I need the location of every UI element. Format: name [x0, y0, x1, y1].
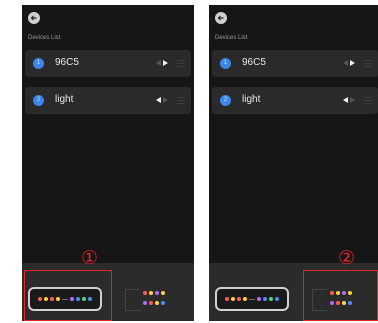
previous-triangle-icon[interactable]: [343, 60, 348, 66]
device-badge: 1: [33, 58, 44, 69]
device-badge: 2: [33, 95, 44, 106]
highlight-box-2: [303, 270, 378, 321]
previous-triangle-icon[interactable]: [156, 60, 161, 66]
next-triangle-icon[interactable]: [350, 60, 355, 66]
back-button[interactable]: [215, 12, 227, 24]
devices-list-title: Devices List: [28, 35, 61, 41]
arrow-left-icon: [217, 15, 224, 21]
previous-triangle-icon[interactable]: [343, 97, 348, 103]
previous-triangle-icon[interactable]: [156, 97, 161, 103]
menu-icon[interactable]: [177, 96, 185, 104]
device-name: 96C5: [242, 57, 266, 68]
device-row-96c5[interactable]: 1 96C5: [212, 50, 378, 77]
device-name: light: [55, 94, 74, 105]
step-marker-2: ②: [338, 247, 356, 269]
device-row-96c5[interactable]: 1 96C5: [25, 50, 191, 77]
matrix-mode-button[interactable]: [125, 283, 177, 315]
devices-list-title: Devices List: [215, 35, 248, 41]
arrow-left-icon: [30, 15, 37, 21]
highlight-box-1: [24, 270, 112, 321]
device-name: 96C5: [55, 57, 79, 68]
next-triangle-icon[interactable]: [350, 97, 355, 103]
device-name: light: [242, 94, 261, 105]
strip-mode-button[interactable]: [215, 287, 289, 311]
device-badge: 1: [220, 58, 231, 69]
device-row-light[interactable]: 2 light: [25, 87, 191, 114]
next-triangle-icon[interactable]: [163, 97, 168, 103]
menu-icon[interactable]: [177, 59, 185, 67]
next-triangle-icon[interactable]: [163, 60, 168, 66]
device-row-light[interactable]: 2 light: [212, 87, 378, 114]
step-marker-1: ①: [81, 247, 99, 269]
back-button[interactable]: [28, 12, 40, 24]
menu-icon[interactable]: [364, 59, 372, 67]
device-badge: 2: [220, 95, 231, 106]
menu-icon[interactable]: [364, 96, 372, 104]
